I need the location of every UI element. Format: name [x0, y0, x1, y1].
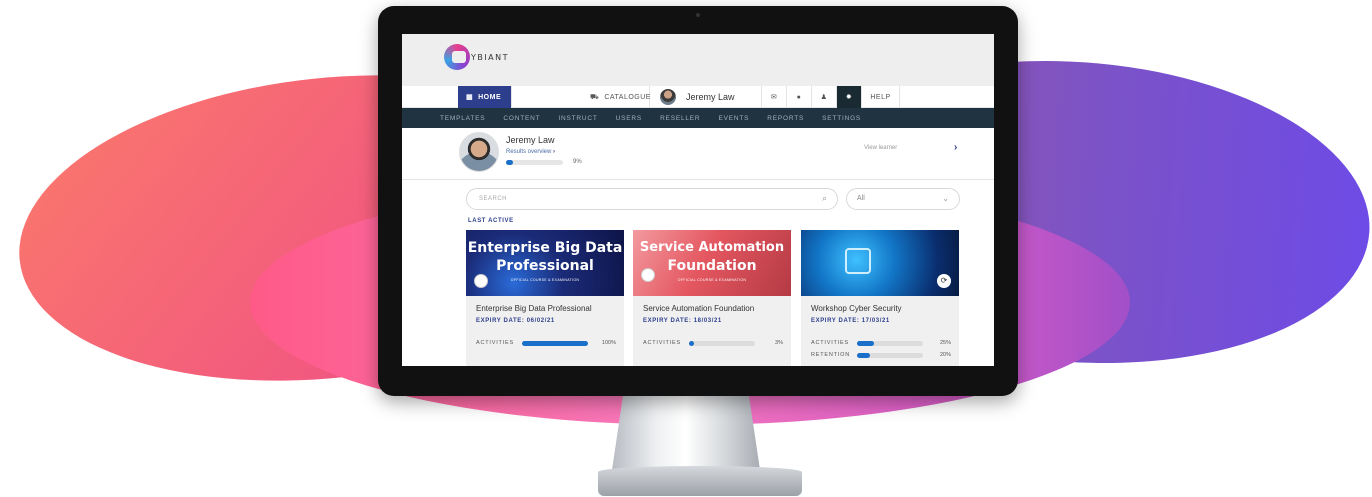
- learner-summary: Jeremy Law Results overview › 9% View le…: [402, 128, 994, 180]
- admin-nav-instruct[interactable]: INSTRUCT: [558, 115, 597, 122]
- nav-catalogue-label: CATALOGUE: [604, 93, 651, 101]
- results-overview-label: Results overview: [506, 149, 552, 155]
- section-title: LAST ACTIVE: [468, 218, 514, 224]
- course-image-title-line1: Service Automation: [639, 240, 785, 255]
- admin-nav-reports[interactable]: REPORTS: [767, 115, 804, 122]
- course-expiry: EXPIRY DATE: 18/03/21: [643, 318, 722, 324]
- stat-retention: RETENTION 20%: [811, 352, 951, 360]
- home-grid-icon: ▦: [466, 94, 474, 101]
- filter-select[interactable]: All ⌄: [846, 188, 960, 210]
- brand-logo[interactable]: CYBIANT: [444, 44, 509, 70]
- course-card[interactable]: Enterprise Big Data Professional OFFICIA…: [466, 230, 624, 366]
- admin-nav-settings[interactable]: SETTINGS: [822, 115, 861, 122]
- course-title: Enterprise Big Data Professional: [476, 304, 592, 313]
- stat-label: ACTIVITIES: [811, 340, 849, 346]
- stat-fill: [857, 353, 871, 358]
- search-icon[interactable]: ⌕: [822, 193, 827, 204]
- learner-progress-fill: [506, 160, 513, 165]
- stat-track: [689, 341, 755, 346]
- stat-label: ACTIVITIES: [476, 340, 514, 346]
- stat-track: [857, 341, 923, 346]
- nav-help[interactable]: HELP: [862, 86, 900, 108]
- accreditation-badge-icon: [474, 274, 488, 288]
- results-overview-link[interactable]: Results overview ›: [506, 149, 555, 155]
- app-header: CYBIANT: [402, 34, 994, 86]
- admin-nav-users[interactable]: USERS: [616, 115, 642, 122]
- stat-track: [522, 341, 588, 346]
- admin-nav-templates[interactable]: TEMPLATES: [440, 115, 485, 122]
- stat-activities: ACTIVITIES 3%: [643, 340, 783, 348]
- stat-percent: 25%: [939, 340, 951, 346]
- stat-fill: [857, 341, 874, 346]
- learner-avatar: [459, 132, 499, 172]
- stat-track: [857, 353, 923, 358]
- course-title: Workshop Cyber Security: [811, 304, 902, 313]
- nav-user-menu[interactable]: Jeremy Law: [650, 86, 762, 108]
- monitor: CYBIANT ▦ HOME ⛟ CATALOGUE Jeremy Law ✉ …: [378, 6, 1018, 396]
- admin-nav: TEMPLATES CONTENT INSTRUCT USERS RESELLE…: [402, 108, 994, 128]
- monitor-base: [598, 466, 802, 496]
- bell-icon[interactable]: ♟: [812, 86, 837, 108]
- stat-label: RETENTION: [811, 352, 850, 358]
- monitor-camera: [696, 13, 700, 17]
- main-nav: ▦ HOME ⛟ CATALOGUE Jeremy Law ✉ ● ♟ ✹ HE…: [402, 86, 994, 108]
- avatar: [660, 89, 676, 105]
- logo-text: CYBIANT: [464, 52, 510, 62]
- course-expiry: EXPIRY DATE: 06/02/21: [476, 318, 555, 324]
- admin-nav-reseller[interactable]: RESELLER: [660, 115, 700, 122]
- course-card[interactable]: Service Automation Foundation OFFICIAL C…: [633, 230, 791, 366]
- stat-percent: 20%: [939, 352, 951, 358]
- chevron-down-icon: ⌄: [942, 194, 949, 203]
- gear-icon[interactable]: ✹: [837, 86, 862, 108]
- stat-activities: ACTIVITIES 25%: [811, 340, 951, 348]
- cart-icon: ⛟: [590, 93, 600, 101]
- course-card[interactable]: ⟳ Workshop Cyber Security EXPIRY DATE: 1…: [801, 230, 959, 366]
- course-image-title-line2: Professional: [496, 258, 594, 274]
- course-expiry: EXPIRY DATE: 17/03/21: [811, 318, 890, 324]
- admin-nav-content[interactable]: CONTENT: [503, 115, 540, 122]
- nav-home[interactable]: ▦ HOME: [458, 86, 512, 108]
- stat-fill: [689, 341, 695, 346]
- view-learner-link[interactable]: View learner: [864, 145, 897, 151]
- accreditation-badge-icon: [641, 268, 655, 282]
- chevron-right-icon: ›: [553, 149, 556, 155]
- chat-icon[interactable]: ●: [787, 86, 812, 108]
- nav-home-label: HOME: [478, 93, 502, 101]
- chevron-right-icon[interactable]: ›: [954, 142, 957, 153]
- stat-activities: ACTIVITIES 100%: [476, 340, 616, 348]
- course-image: Service Automation Foundation OFFICIAL C…: [633, 230, 791, 296]
- course-image-subtitle: OFFICIAL COURSE & EXAMINATION: [677, 278, 747, 282]
- stat-fill: [522, 341, 588, 346]
- course-title: Service Automation Foundation: [643, 304, 755, 313]
- nav-catalogue[interactable]: ⛟ CATALOGUE: [512, 86, 650, 108]
- learner-name: Jeremy Law: [506, 135, 555, 145]
- refresh-icon[interactable]: ⟳: [937, 274, 951, 288]
- course-image: ⟳: [801, 230, 959, 296]
- logo-mark-icon: [444, 44, 470, 70]
- screen: CYBIANT ▦ HOME ⛟ CATALOGUE Jeremy Law ✉ …: [402, 34, 994, 366]
- learner-progress-label: 9%: [573, 159, 582, 165]
- course-image: Enterprise Big Data Professional OFFICIA…: [466, 230, 624, 296]
- filter-value: All: [857, 195, 865, 202]
- learner-progress-bar: [506, 160, 563, 165]
- mail-icon[interactable]: ✉: [762, 86, 787, 108]
- course-image-subtitle: OFFICIAL COURSE & EXAMINATION: [510, 278, 580, 282]
- stat-percent: 100%: [601, 340, 616, 346]
- admin-nav-events[interactable]: EVENTS: [718, 115, 749, 122]
- nav-user-name: Jeremy Law: [686, 92, 735, 102]
- course-image-title-line2: Foundation: [667, 258, 757, 274]
- search-placeholder: SEARCH: [479, 196, 508, 202]
- lock-icon: [845, 248, 871, 274]
- stat-label: ACTIVITIES: [643, 340, 681, 346]
- search-input[interactable]: SEARCH ⌕: [466, 188, 838, 210]
- monitor-stand: [612, 390, 760, 470]
- stat-percent: 3%: [775, 340, 783, 346]
- course-image-title-line1: Enterprise Big Data: [467, 240, 623, 256]
